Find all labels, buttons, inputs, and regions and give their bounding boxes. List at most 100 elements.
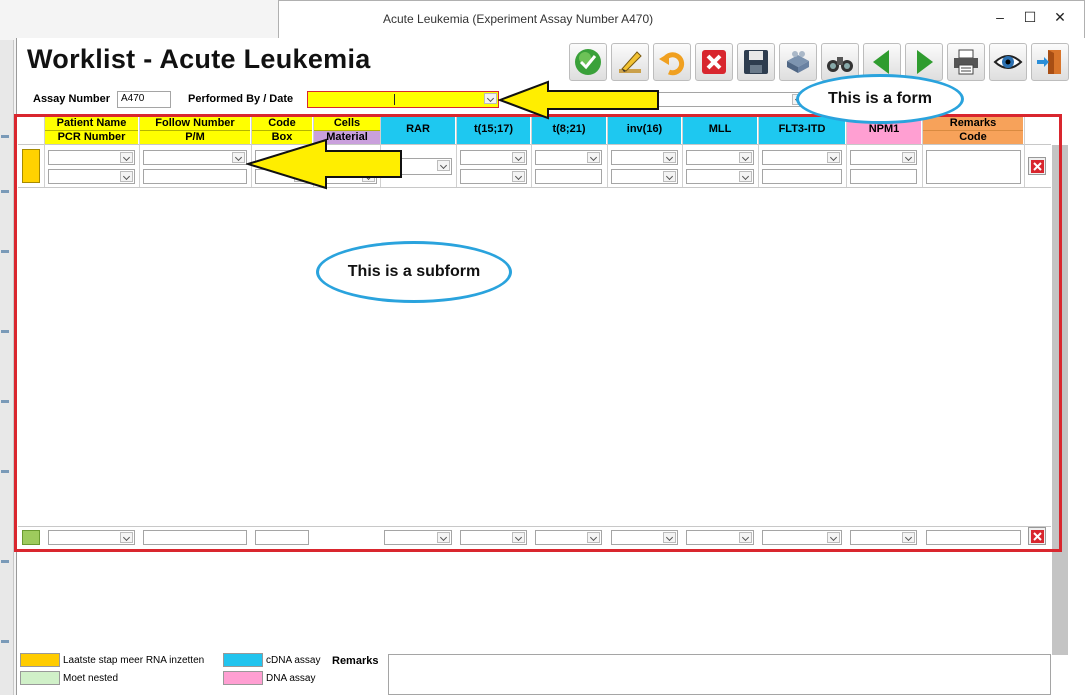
mll-combo-2[interactable] <box>686 169 754 184</box>
minimize-button[interactable]: – <box>988 6 1012 28</box>
delete-icon <box>1030 529 1044 543</box>
undo-button[interactable] <box>653 43 691 81</box>
new-t8-21-combo[interactable] <box>535 530 602 545</box>
print-button[interactable] <box>947 43 985 81</box>
new-follow-number-field[interactable] <box>143 530 247 545</box>
machine-button[interactable] <box>779 43 817 81</box>
grid-line <box>456 117 457 187</box>
grid-line <box>846 117 847 187</box>
new-t15-17-combo[interactable] <box>460 530 527 545</box>
confirm-button[interactable] <box>569 43 607 81</box>
chevron-down-icon <box>120 532 133 543</box>
inv16-combo-2[interactable] <box>611 169 678 184</box>
delete-new-row-button[interactable] <box>1028 527 1046 545</box>
t8-21-field[interactable] <box>535 169 602 184</box>
chevron-down-icon <box>902 532 915 543</box>
date-combo[interactable] <box>657 92 807 107</box>
new-inv16-combo[interactable] <box>611 530 678 545</box>
performed-by-label: Performed By / Date <box>188 93 294 105</box>
grid-line <box>18 549 1051 550</box>
check-icon <box>575 49 601 75</box>
chevron-down-icon <box>827 152 840 163</box>
grid-line <box>682 117 683 187</box>
column-header-remarks: Remarks Code <box>923 117 1023 144</box>
machine-icon <box>787 51 809 73</box>
npm1-combo[interactable] <box>850 150 917 165</box>
edit-button[interactable] <box>611 43 649 81</box>
maximize-button[interactable]: ☐ <box>1018 6 1042 28</box>
patient-name-combo[interactable] <box>48 150 135 165</box>
new-npm1-combo[interactable] <box>850 530 917 545</box>
chevron-down-icon <box>120 171 133 182</box>
column-header-t15-17: t(15;17) <box>457 117 530 144</box>
new-remarks-field[interactable] <box>926 530 1021 545</box>
column-header-mll: MLL <box>683 117 757 144</box>
chevron-down-icon <box>739 152 752 163</box>
new-code-field[interactable] <box>255 530 309 545</box>
form-callout: This is a form <box>796 74 964 124</box>
inv16-combo[interactable] <box>611 150 678 165</box>
grid-line <box>44 117 45 187</box>
chevron-down-icon <box>663 152 676 163</box>
assay-number-label: Assay Number <box>33 93 111 105</box>
chevron-down-icon <box>739 171 752 182</box>
legend-swatch-rna <box>20 653 60 667</box>
t15-17-combo-2[interactable] <box>460 169 527 184</box>
remarks-code-field[interactable] <box>926 150 1021 184</box>
follow-number-combo[interactable] <box>143 150 247 165</box>
grid-line <box>18 526 1051 527</box>
grid-line <box>531 117 532 187</box>
eye-icon <box>993 55 1023 69</box>
mll-combo[interactable] <box>686 150 754 165</box>
preview-button[interactable] <box>989 43 1027 81</box>
printer-icon <box>954 49 978 75</box>
chevron-down-icon <box>437 160 450 171</box>
column-header-patient: Patient Name PCR Number <box>45 117 138 144</box>
exit-button[interactable] <box>1031 43 1069 81</box>
save-button[interactable] <box>737 43 775 81</box>
form-heading: Worklist - Acute Leukemia <box>27 44 371 74</box>
grid-line <box>1024 117 1025 187</box>
record-selector[interactable] <box>22 149 40 183</box>
vertical-scrollbar[interactable] <box>1052 145 1068 655</box>
pcr-number-combo[interactable] <box>48 169 135 184</box>
chevron-down-icon <box>663 171 676 182</box>
chevron-down-icon <box>512 152 525 163</box>
close-button[interactable]: ✕ <box>1048 6 1072 28</box>
assay-number-field[interactable]: A470 <box>117 91 171 108</box>
legend-swatch-cdna <box>223 653 263 667</box>
chevron-down-icon <box>827 532 840 543</box>
npm1-field[interactable] <box>850 169 917 184</box>
t8-21-combo[interactable] <box>535 150 602 165</box>
chevron-down-icon <box>512 532 525 543</box>
new-patient-combo[interactable] <box>48 530 135 545</box>
grid-line <box>922 117 923 187</box>
legend-label-rna: Laatste stap meer RNA inzetten <box>63 655 205 666</box>
arrow-left-icon <box>873 50 889 74</box>
delete-row-button[interactable] <box>1028 157 1046 175</box>
legend-label-nested: Moet nested <box>63 673 119 684</box>
chevron-down-icon <box>587 532 600 543</box>
new-flt3-itd-combo[interactable] <box>762 530 842 545</box>
pm-field[interactable] <box>143 169 247 184</box>
new-rar-combo[interactable] <box>384 530 452 545</box>
remarks-field[interactable] <box>388 654 1051 695</box>
chevron-down-icon <box>739 532 752 543</box>
grid-line <box>18 187 1051 188</box>
legend-label-dna: DNA assay <box>266 673 316 684</box>
delete-icon <box>702 50 726 74</box>
chevron-down-icon <box>587 152 600 163</box>
new-mll-combo[interactable] <box>686 530 754 545</box>
delete-button[interactable] <box>695 43 733 81</box>
chevron-down-icon <box>120 152 133 163</box>
grid-line <box>758 117 759 187</box>
flt3-itd-field[interactable] <box>762 169 842 184</box>
exit-door-icon <box>1037 50 1061 74</box>
flt3-itd-combo[interactable] <box>762 150 842 165</box>
legend-swatch-dna <box>223 671 263 685</box>
performed-by-combo[interactable] <box>307 91 499 108</box>
t15-17-combo[interactable] <box>460 150 527 165</box>
chevron-down-icon <box>437 532 450 543</box>
new-record-selector[interactable] <box>22 530 40 545</box>
subform-callout: This is a subform <box>316 241 512 303</box>
